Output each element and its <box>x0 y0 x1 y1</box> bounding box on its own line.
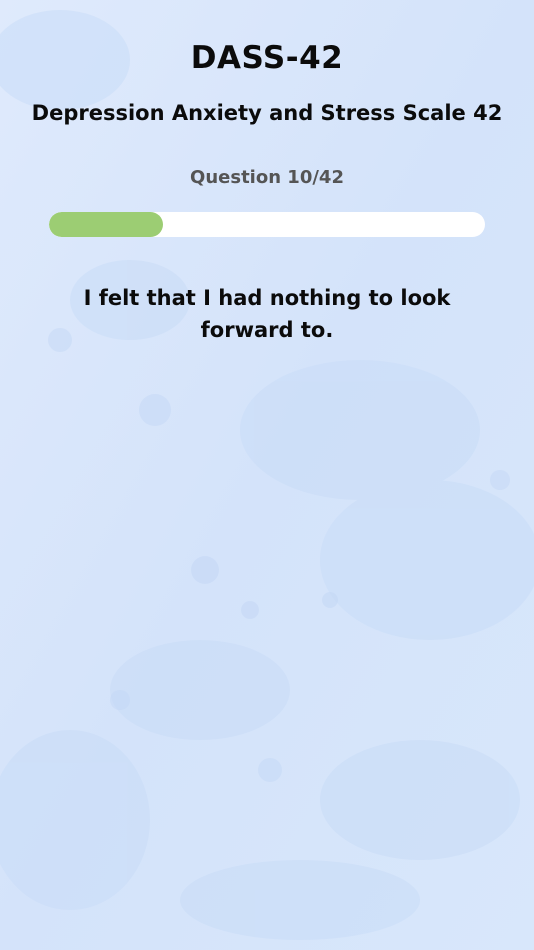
question-text: I felt that I had nothing to look forwar… <box>83 286 451 342</box>
quiz-screen: DASS-42 Depression Anxiety and Stress Sc… <box>0 0 534 950</box>
question-counter: Question 10/42 <box>190 167 344 188</box>
progress-bar-fill <box>49 212 164 237</box>
progress-bar <box>49 212 485 237</box>
app-title: DASS-42 <box>190 40 344 76</box>
app-subtitle: Depression Anxiety and Stress Scale 42 <box>31 101 503 125</box>
